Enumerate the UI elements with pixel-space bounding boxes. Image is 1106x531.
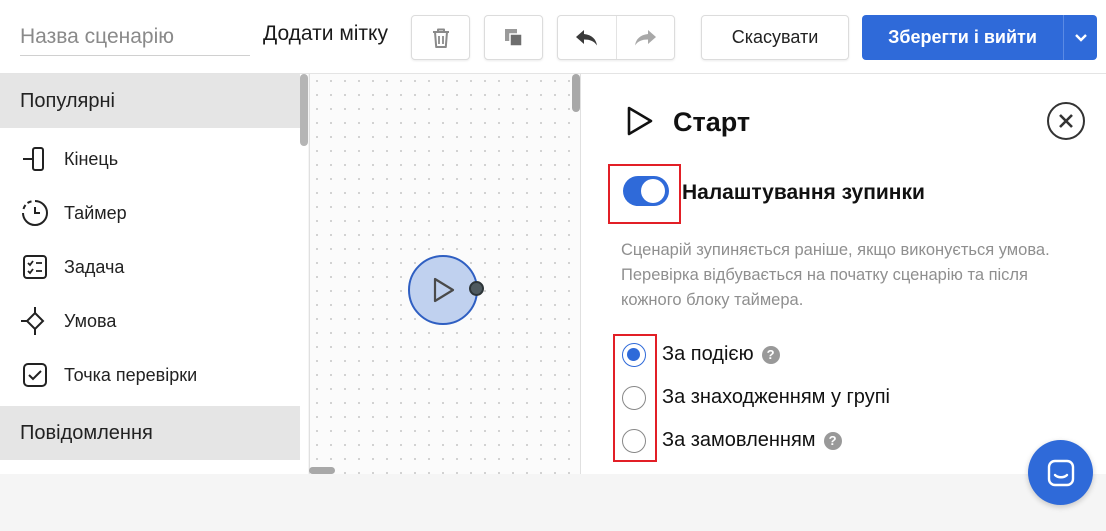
radio-by-event[interactable] (622, 343, 646, 367)
radio-by-group[interactable] (622, 386, 646, 410)
toggle-knob (641, 179, 665, 203)
stop-settings-description: Сценарій зупиняється раніше, якщо викону… (621, 241, 1050, 309)
task-icon (20, 252, 50, 282)
save-button-group: Зберегти і вийти (862, 15, 1097, 60)
sidebar-item-label: Задача (64, 256, 125, 277)
close-icon (1059, 114, 1073, 128)
sidebar-item-label: Кінець (64, 148, 119, 169)
sidebar-item-checkpoint[interactable]: Точка перевірки (20, 358, 197, 392)
save-and-exit-button[interactable]: Зберегти і вийти (862, 15, 1063, 60)
section-popular[interactable]: Популярні (0, 74, 300, 128)
radio-by-event-label[interactable]: За подією ? (662, 343, 780, 366)
stop-settings-toggle[interactable] (623, 176, 669, 206)
sidebar-item-condition[interactable]: Умова (20, 304, 116, 338)
start-node[interactable] (408, 255, 478, 325)
sidebar-item-label: Точка перевірки (64, 364, 198, 385)
delete-button[interactable] (411, 15, 470, 60)
scenario-name-input[interactable] (20, 18, 250, 56)
sidebar-scrollbar[interactable] (300, 74, 308, 146)
copy-button[interactable] (484, 15, 543, 60)
sidebar-item-label: Умова (64, 310, 117, 331)
section-messages[interactable]: Повідомлення (0, 406, 300, 460)
redo-button[interactable] (615, 16, 674, 59)
end-icon (20, 144, 50, 174)
node-output-port[interactable] (469, 281, 484, 296)
panel-title: Старт (673, 107, 751, 137)
help-icon[interactable]: ? (761, 345, 780, 364)
add-tag-button[interactable]: Додати мітку (263, 22, 388, 46)
save-options-button[interactable] (1063, 15, 1097, 60)
undo-icon (575, 29, 597, 45)
sidebar-item-end[interactable]: Кінець (20, 142, 118, 176)
radio-by-order[interactable] (622, 429, 646, 453)
checkpoint-icon (20, 360, 50, 390)
close-button[interactable] (1047, 102, 1085, 140)
undo-redo-group (557, 15, 675, 60)
sidebar-item-timer[interactable]: Таймер (20, 196, 127, 230)
sidebar-item-label: Таймер (64, 202, 127, 223)
sidebar-item-task[interactable]: Задача (20, 250, 124, 284)
chat-widget-button[interactable] (1028, 440, 1093, 505)
stop-settings-label: Налаштування зупинки (682, 181, 925, 204)
condition-icon (20, 306, 50, 336)
blocks-sidebar: Популярні Кінець Таймер Задача Умова Точ… (0, 74, 308, 474)
top-toolbar: Додати мітку Скасувати Зберегти і вийти (0, 0, 1106, 74)
copy-icon (504, 28, 523, 47)
timer-icon (20, 198, 50, 228)
canvas-horizontal-scrollbar[interactable] (309, 467, 335, 474)
chevron-down-icon (1074, 33, 1087, 42)
help-icon[interactable]: ? (823, 431, 842, 450)
play-icon (433, 277, 455, 303)
trash-icon (432, 28, 449, 48)
undo-button[interactable] (558, 16, 616, 59)
radio-by-order-label[interactable]: За замовленням ? (662, 429, 842, 452)
radio-by-group-label[interactable]: За знаходженням у групі (662, 386, 890, 409)
chat-icon (1047, 459, 1074, 486)
redo-icon (635, 29, 657, 45)
cancel-button[interactable]: Скасувати (701, 15, 849, 60)
play-icon (623, 104, 657, 143)
canvas-vertical-scrollbar[interactable] (572, 74, 580, 112)
